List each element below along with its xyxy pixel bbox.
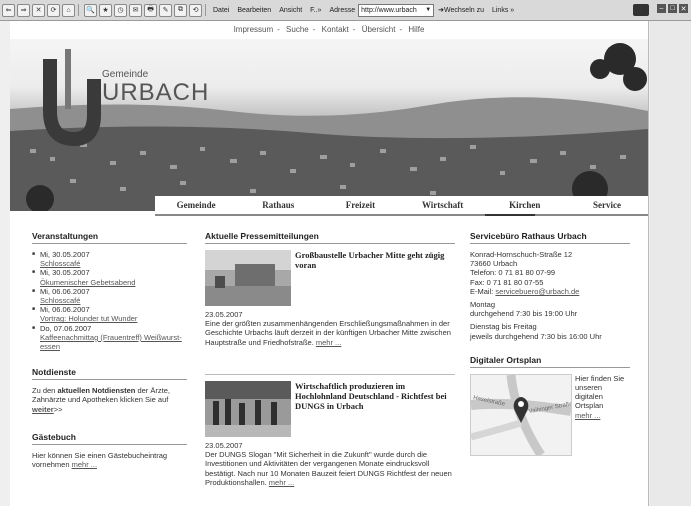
links-toolbar[interactable]: Links »: [492, 7, 514, 14]
news-image-ceremony[interactable]: [205, 381, 291, 437]
sync-icon[interactable]: ⟲: [189, 3, 202, 17]
map-title: Digitaler Ortsplan: [470, 355, 630, 368]
news-date: 23.05.2007: [205, 310, 243, 319]
news-item: Großbaustelle Urbacher Mitte geht zügig …: [205, 250, 455, 370]
service-email-link[interactable]: servicebuero@urbach.de: [495, 287, 579, 296]
toolbar-divider: [78, 4, 79, 16]
toolbar-divider: [205, 4, 206, 16]
map-teaser: Haselstraße Vaihinger Straße Hier finden…: [470, 373, 630, 456]
nav-service[interactable]: Service: [566, 200, 648, 210]
address-value: http://www.urbach: [361, 6, 417, 14]
nav-wirtschaft[interactable]: Wirtschaft: [402, 200, 484, 210]
address-label: Adresse: [329, 6, 356, 14]
mail-icon[interactable]: ✉: [129, 3, 142, 17]
favorites-icon[interactable]: ★: [99, 3, 112, 17]
menu-view[interactable]: Ansicht: [279, 7, 302, 14]
print-icon[interactable]: 🖶: [144, 3, 157, 17]
map-text: Hier finden Sie unseren digitalen Ortspl…: [575, 373, 625, 420]
news-headline[interactable]: Wirtschaftlich produzieren im Hochlohnla…: [295, 381, 455, 411]
gaestebuch-link[interactable]: mehr ...: [72, 460, 97, 469]
nav-gemeinde[interactable]: Gemeinde: [155, 200, 237, 210]
news-more-link[interactable]: mehr ...: [269, 478, 294, 487]
go-label: Wechseln zu: [444, 6, 484, 14]
news-more-link[interactable]: mehr ...: [316, 338, 341, 347]
topnav-suche[interactable]: Suche: [286, 25, 309, 34]
refresh-icon[interactable]: ⟳: [47, 3, 60, 17]
list-item: Mi, 30.05.2007Ökumenischer Gebetsabend: [32, 268, 187, 287]
service-title: Servicebüro Rathaus Urbach: [470, 231, 630, 244]
list-item: Mi, 06.06.2007Schlosscafé: [32, 286, 187, 305]
news-date: 23.05.2007: [205, 441, 243, 450]
menu-edit[interactable]: Bearbeiten: [237, 7, 271, 14]
event-link[interactable]: Schlosscafé: [40, 259, 80, 268]
events-title: Veranstaltungen: [32, 231, 187, 244]
scrollbar[interactable]: [650, 21, 691, 506]
nav-freizeit[interactable]: Freizeit: [319, 200, 401, 210]
topnav-hilfe[interactable]: Hilfe: [408, 25, 424, 34]
back-icon[interactable]: ⇐: [2, 3, 15, 17]
news-image-construction[interactable]: [205, 250, 291, 306]
right-column: Servicebüro Rathaus Urbach Konrad-Hornsc…: [470, 231, 630, 456]
news-headline[interactable]: Großbaustelle Urbacher Mitte geht zügig …: [295, 250, 455, 270]
nav-kirchen[interactable]: Kirchen: [484, 200, 566, 210]
menu-file[interactable]: Datei: [213, 7, 229, 14]
stop-icon[interactable]: ✕: [32, 3, 45, 17]
chevron-down-icon[interactable]: ▼: [425, 5, 431, 16]
list-item: Mi, 06.06.2007Vortrag: Holunder tut Wund…: [32, 305, 187, 323]
browser-toolbar: ⇐ ⇒ ✕ ⟳ ⌂ 🔍 ★ ◷ ✉ 🖶 ✎ ⧉ ⟲ Datei Bearbeit…: [0, 0, 691, 21]
edit-icon[interactable]: ✎: [159, 3, 172, 17]
press-title: Aktuelle Pressemitteilungen: [205, 231, 455, 244]
event-date: Mi, 30.05.2007: [40, 268, 90, 278]
maximize-icon[interactable]: □: [668, 4, 677, 13]
list-item: Mi, 30.05.2007Schlosscafé: [32, 250, 187, 268]
logo-title[interactable]: URBACH: [102, 79, 209, 107]
event-link[interactable]: Vortrag: Holunder tut Wunder: [40, 314, 137, 323]
web-page: Impressum - Suche - Kontakt - Übersicht - Hi…: [10, 21, 648, 506]
event-date: Mi, 06.06.2007: [40, 305, 90, 315]
news-item: Wirtschaftlich produzieren im Hochlohnla…: [205, 374, 455, 501]
event-link[interactable]: Kaffeenachmittag (Frauentreff) Weißwurst…: [40, 333, 182, 351]
news-body: 23.05.2007 Der DUNGS Slogan "Mit Sicherh…: [205, 441, 455, 487]
top-navigation: Impressum - Suche - Kontakt - Übersicht - Hi…: [233, 25, 425, 34]
nav-rathaus[interactable]: Rathaus: [237, 200, 319, 210]
nav-underline: [155, 214, 648, 216]
news-body: 23.05.2007 Eine der größten zusammenhäng…: [205, 310, 455, 347]
header-banner: Gemeinde URBACH: [10, 39, 648, 211]
window-icon[interactable]: ⧉: [174, 3, 187, 17]
landscape-image: [10, 43, 648, 211]
topnav-uebersicht[interactable]: Übersicht: [362, 25, 396, 34]
list-item: Do, 07.06.2007Kaffeenachmittag (Frauentr…: [32, 323, 187, 352]
middle-column: Aktuelle Pressemitteilungen Großbaustell…: [205, 231, 455, 505]
map-thumbnail[interactable]: Haselstraße Vaihinger Straße: [470, 373, 572, 456]
event-link[interactable]: Schlosscafé: [40, 296, 80, 305]
history-icon[interactable]: ◷: [114, 3, 127, 17]
left-column: Veranstaltungen Mi, 30.05.2007Schlosscaf…: [32, 231, 187, 469]
map-more-link[interactable]: mehr ...: [575, 411, 600, 420]
browser-logo-icon: [633, 4, 649, 16]
home-icon[interactable]: ⌂: [62, 3, 75, 17]
event-date: Mi, 30.05.2007: [40, 250, 90, 259]
close-icon[interactable]: ✕: [679, 4, 688, 13]
topnav-kontakt[interactable]: Kontakt: [322, 25, 349, 34]
window-controls: – □ ✕: [633, 4, 688, 16]
event-date: Do, 07.06.2007: [40, 323, 92, 333]
topnav-impressum[interactable]: Impressum: [234, 25, 274, 34]
main-navigation: Gemeinde Rathaus Freizeit Wirtschaft Kir…: [155, 196, 648, 214]
events-list: Mi, 30.05.2007Schlosscafé Mi, 30.05.2007…: [32, 250, 187, 351]
go-button[interactable]: ➜ Wechseln zu: [438, 6, 484, 15]
address-bar[interactable]: http://www.urbach ▼: [358, 3, 435, 17]
search-icon[interactable]: 🔍: [84, 3, 97, 17]
gaestebuch-text: Hier können Sie einen Gästebucheintrag v…: [32, 450, 168, 470]
minimize-icon[interactable]: –: [657, 4, 666, 13]
gaestebuch-title: Gästebuch: [32, 432, 187, 445]
notdienste-link[interactable]: weiter: [32, 405, 54, 414]
event-date: Mi, 06.06.2007: [40, 286, 90, 296]
forward-icon[interactable]: ⇒: [17, 3, 30, 17]
event-link[interactable]: Ökumenischer Gebetsabend: [40, 278, 135, 287]
notdienste-text: Zu den aktuellen Notdiensten der Ärzte, …: [32, 386, 170, 414]
menu-favorites[interactable]: F..»: [310, 7, 321, 14]
service-contact: Konrad-Hornschuch-Straße 12 73660 Urbach…: [470, 250, 602, 341]
notdienste-title: Notdienste: [32, 367, 187, 381]
